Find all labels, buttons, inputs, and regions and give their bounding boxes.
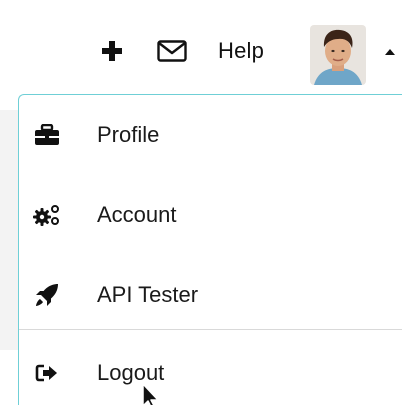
menu-item-label: Profile [97,122,160,147]
rocket-icon [33,281,61,309]
app-stage: Help Profile Account API Tester Logout [0,0,402,405]
help-link[interactable]: Help [218,36,264,66]
caret-up-icon [385,49,395,55]
menu-item-logout[interactable]: Logout [19,343,402,403]
avatar-image [310,25,366,85]
envelope-icon [157,40,187,62]
menu-divider [19,329,402,330]
menu-item-api-tester[interactable]: API Tester [19,265,402,325]
user-menu-toggle[interactable] [381,45,399,59]
top-navbar: Help [0,0,402,100]
messages-button[interactable] [156,39,188,63]
menu-item-account[interactable]: Account [19,185,402,245]
plus-icon [102,41,122,61]
briefcase-icon [33,121,61,149]
gears-icon [33,201,61,229]
user-dropdown-menu: Profile Account API Tester Logout [18,94,402,405]
mouse-pointer [140,382,162,405]
add-button[interactable] [99,38,125,64]
user-avatar[interactable] [310,25,366,85]
sign-out-icon [33,359,61,387]
menu-item-label: Account [97,202,177,227]
menu-item-label: API Tester [97,282,199,307]
menu-item-profile[interactable]: Profile [19,105,402,165]
